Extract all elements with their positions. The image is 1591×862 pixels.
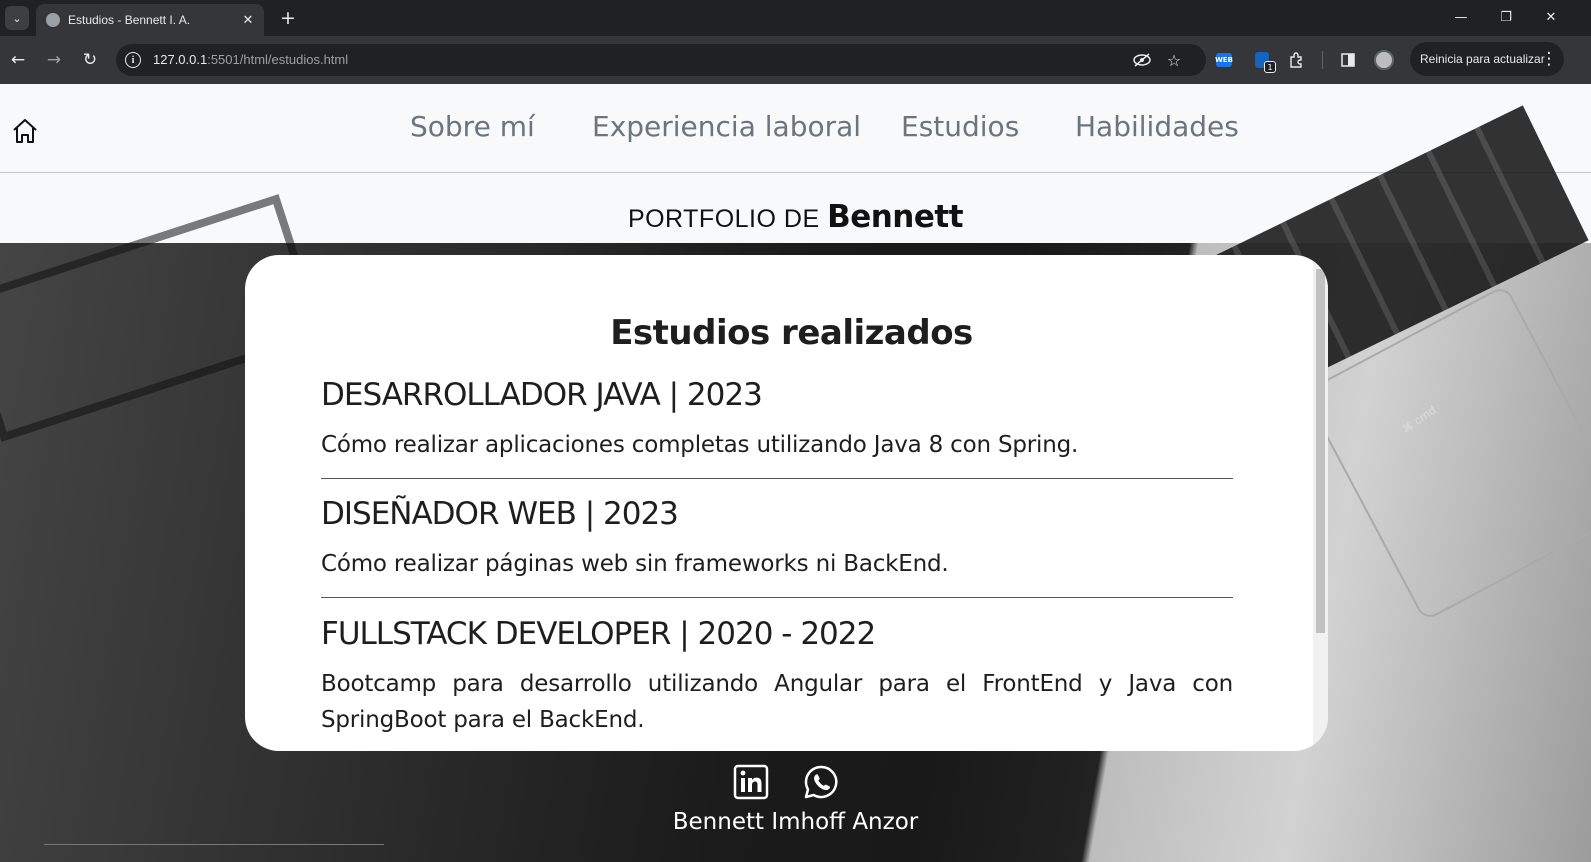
nav-link-habilidades[interactable]: Habilidades	[1075, 110, 1239, 143]
study-item: DESARROLLADOR JAVA | 2023 Cómo realizar …	[321, 377, 1233, 479]
hero-background: ⌘ cmd Estudios realizados DESARROLLADOR …	[0, 105, 1591, 862]
extension-web-icon[interactable]: WEB	[1213, 49, 1235, 71]
window-close-icon[interactable]: ✕	[1537, 6, 1565, 28]
restore-icon[interactable]: ❐	[1492, 6, 1520, 28]
star-icon[interactable]: ☆	[1164, 50, 1184, 70]
studies-title: Estudios realizados	[610, 313, 973, 353]
study-description: Cómo realizar aplicaciones completas uti…	[321, 432, 1079, 458]
nav-link-sobre-mi[interactable]: Sobre mí	[410, 110, 535, 143]
globe-icon	[46, 13, 60, 27]
close-icon[interactable]: ✕	[240, 13, 256, 28]
address-toolbar: ← → ↻ i 127.0.0.1:5501/html/estudios.htm…	[0, 36, 1591, 84]
forward-icon[interactable]: →	[42, 48, 66, 72]
study-description: Cómo realizar páginas web sin frameworks…	[321, 551, 949, 577]
site-info-icon[interactable]: i	[125, 52, 141, 68]
address-bar[interactable]: i 127.0.0.1:5501/html/estudios.html ☆	[116, 44, 1206, 76]
site-navbar: Sobre mí Experiencia laboral Estudios Ha…	[0, 84, 1591, 173]
eye-off-icon[interactable]	[1132, 50, 1152, 70]
tab-title: Estudios - Bennett I. A.	[68, 13, 191, 27]
study-item: DISEÑADOR WEB | 2023 Cómo realizar págin…	[321, 496, 1233, 598]
web-page: Sobre mí Experiencia laboral Estudios Ha…	[0, 84, 1591, 862]
browser-tab-active[interactable]: Estudios - Bennett I. A. ✕	[36, 4, 264, 36]
scroll-down-icon[interactable]: ▼	[1313, 740, 1328, 749]
brand-name: Bennett	[827, 199, 964, 235]
study-description: Bootcamp para desarrollo utilizando Angu…	[321, 671, 1233, 733]
scrollbar-thumb[interactable]	[1316, 269, 1325, 633]
more-icon[interactable]: ⋮	[1539, 48, 1559, 70]
study-heading: FULLSTACK DEVELOPER | 2020 - 2022	[321, 616, 876, 652]
scroll-up-icon[interactable]: ▲	[1313, 257, 1328, 266]
study-item: FULLSTACK DEVELOPER | 2020 - 2022 Bootca…	[321, 616, 1233, 738]
whatsapp-icon[interactable]	[803, 764, 839, 800]
bottom-line-decoration	[44, 844, 384, 848]
study-heading: DESARROLLADOR JAVA | 2023	[321, 377, 763, 413]
profile-avatar[interactable]	[1373, 49, 1395, 71]
card-scrollbar[interactable]: ▲ ▼	[1313, 255, 1328, 751]
study-heading: DISEÑADOR WEB | 2023	[321, 496, 679, 532]
url-text[interactable]: 127.0.0.1:5501/html/estudios.html	[153, 52, 348, 67]
linkedin-icon[interactable]	[733, 764, 769, 800]
extensions-icon[interactable]	[1285, 49, 1307, 71]
reload-icon[interactable]: ↻	[78, 48, 102, 72]
divider	[321, 478, 1233, 479]
divider	[321, 597, 1233, 598]
nav-link-experiencia[interactable]: Experiencia laboral	[592, 110, 861, 143]
brand-prefix: PORTFOLIO DE	[627, 205, 828, 233]
nav-link-estudios[interactable]: Estudios	[901, 110, 1019, 143]
side-panel-icon[interactable]	[1337, 49, 1359, 71]
back-icon[interactable]: ←	[6, 48, 30, 72]
tab-search-icon[interactable]: ⌄	[5, 6, 29, 30]
toolbar-separator	[1322, 51, 1323, 69]
plus-icon[interactable]: +	[276, 6, 300, 30]
avatar	[1374, 50, 1394, 70]
extension-badge-icon[interactable]: 1	[1251, 49, 1276, 73]
browser-tab-bar: ⌄ Estudios - Bennett I. A. ✕ + — ❐ ✕	[0, 0, 1591, 36]
studies-card[interactable]: Estudios realizados DESARROLLADOR JAVA |…	[245, 255, 1328, 751]
minimize-icon[interactable]: —	[1447, 6, 1475, 28]
footer-name: Bennett Imhoff Anzor	[672, 809, 919, 835]
home-icon[interactable]	[11, 117, 39, 145]
